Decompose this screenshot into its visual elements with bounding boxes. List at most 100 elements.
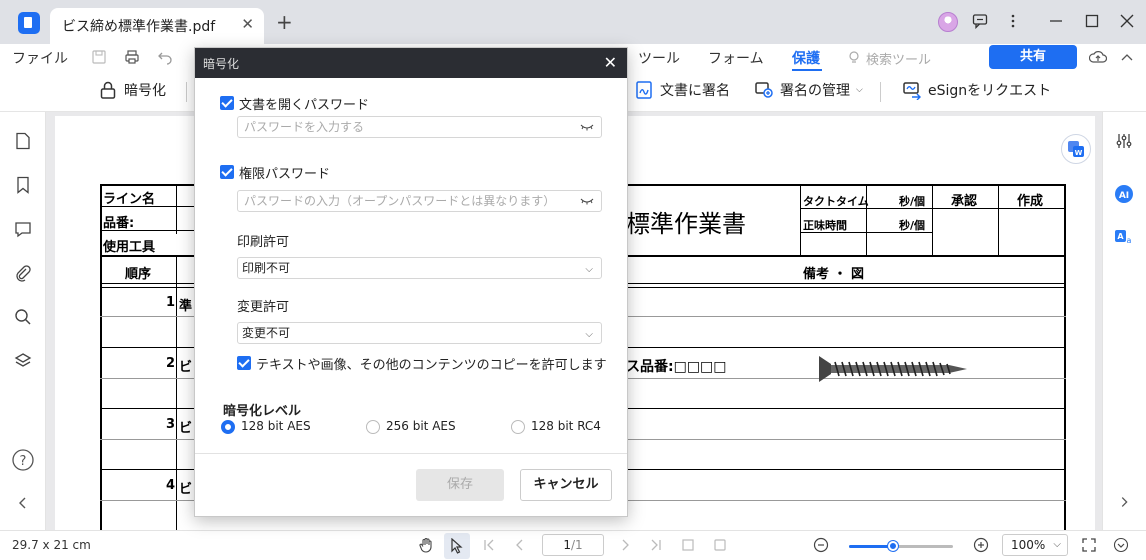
permission-password-label: 権限パスワード <box>239 167 331 182</box>
doc-screw-part: ス品番:□□□□ <box>626 359 727 375</box>
doc-sec-per-unit: 秒/個 <box>899 195 926 208</box>
layers-icon[interactable] <box>14 352 32 370</box>
permission-password-checkbox[interactable] <box>220 165 234 179</box>
zoom-slider[interactable] <box>849 541 953 551</box>
menu-tool[interactable]: ツール <box>638 48 680 68</box>
lock-icon <box>100 81 116 99</box>
doc-step-number: 2 <box>166 356 176 371</box>
page-number-input[interactable]: 1/1 <box>542 534 604 556</box>
doc-step-text: ビ <box>179 421 193 436</box>
dialog-title: 暗号化 <box>203 57 240 71</box>
menu-search-tool[interactable]: 検索ツール <box>866 49 931 68</box>
prev-page-icon[interactable] <box>512 537 528 553</box>
cloud-upload-icon[interactable] <box>1089 49 1107 65</box>
next-page-icon[interactable] <box>617 537 633 553</box>
print-permission-label: 印刷許可 <box>237 235 290 250</box>
svg-text:AI: AI <box>1119 191 1129 201</box>
zoom-in-icon[interactable] <box>973 537 989 553</box>
hand-tool-icon[interactable] <box>418 537 434 553</box>
chevron-right-icon[interactable] <box>1116 494 1132 510</box>
allow-copy-checkbox[interactable] <box>237 356 251 370</box>
doc-line-name: ライン名 <box>103 192 156 207</box>
chevron-down-icon: ⌵ <box>1053 539 1061 550</box>
sign-document-icon <box>636 81 652 99</box>
eye-closed-icon[interactable] <box>580 196 594 206</box>
encrypt-tool-label: 暗号化 <box>124 83 166 99</box>
change-permission-select[interactable]: 変更不可 ⌵ <box>237 322 602 344</box>
ai-assistant-icon[interactable]: AI <box>1114 184 1134 204</box>
collapse-icon[interactable] <box>1119 50 1135 64</box>
manage-signature-button[interactable]: 署名の管理 ⌵ <box>754 80 863 100</box>
avatar[interactable] <box>938 12 958 32</box>
bookmark-icon[interactable] <box>14 176 32 194</box>
doc-step-text: 準 <box>179 299 193 314</box>
menu-protect[interactable]: 保護 <box>792 48 820 68</box>
search-icon[interactable] <box>14 308 32 326</box>
change-permission-label: 変更許可 <box>237 300 290 315</box>
tab-document[interactable]: ビス締め標準作業書.pdf ✕ <box>50 8 264 44</box>
cancel-button[interactable]: キャンセル <box>520 469 612 501</box>
level-256-aes-radio[interactable] <box>366 420 380 434</box>
close-window-icon[interactable] <box>1119 13 1135 29</box>
table-line <box>932 184 933 256</box>
sign-document-button[interactable]: 文書に署名 <box>634 80 730 100</box>
print-permission-select[interactable]: 印刷不可 ⌵ <box>237 257 602 279</box>
open-password-field[interactable] <box>237 116 602 138</box>
doc-step-number: 1 <box>166 295 176 310</box>
app-logo-icon[interactable] <box>18 12 40 34</box>
comment-icon[interactable] <box>14 220 32 238</box>
level-128-rc4-radio[interactable] <box>511 420 525 434</box>
fullscreen-icon[interactable] <box>1081 537 1097 553</box>
menu-file[interactable]: ファイル <box>12 48 68 68</box>
ai-translate-icon[interactable]: Aa <box>1114 227 1134 247</box>
level-128-aes-radio[interactable] <box>221 420 235 434</box>
permission-password-input[interactable] <box>238 191 568 211</box>
save-button[interactable]: 保存 <box>416 469 504 501</box>
doc-product-no: 品番: <box>103 216 135 231</box>
maximize-icon[interactable] <box>1084 13 1100 29</box>
collapse-statusbar-icon[interactable] <box>1113 537 1129 553</box>
esign-request-button[interactable]: eSignをリクエスト <box>902 80 1051 100</box>
level-128-aes-label: 128 bit AES <box>241 419 311 433</box>
print-icon[interactable] <box>124 49 140 65</box>
permission-password-field[interactable] <box>237 190 602 212</box>
table-border <box>100 184 102 530</box>
help-icon[interactable]: ? <box>11 448 35 472</box>
sign-document-label: 文書に署名 <box>660 83 730 99</box>
translate-button[interactable]: W <box>1061 134 1091 164</box>
menu-form[interactable]: フォーム <box>708 48 764 68</box>
properties-icon[interactable] <box>1115 132 1133 150</box>
zoom-slider-thumb[interactable] <box>887 541 898 551</box>
page-current: 1 <box>563 538 571 552</box>
undo-icon[interactable] <box>157 49 173 65</box>
level-128-rc4-label: 128 bit RC4 <box>531 419 601 433</box>
open-password-input[interactable] <box>238 117 568 137</box>
svg-text:a: a <box>1127 236 1132 245</box>
minimize-icon[interactable] <box>1048 13 1064 29</box>
zoom-out-icon[interactable] <box>813 537 829 553</box>
last-page-icon[interactable] <box>647 537 663 553</box>
save-icon[interactable] <box>91 49 107 65</box>
fit-width-icon[interactable] <box>712 537 728 553</box>
change-permission-value: 変更不可 <box>242 326 291 340</box>
more-icon[interactable] <box>1005 13 1021 29</box>
select-tool-button[interactable] <box>444 533 470 559</box>
new-tab-icon[interactable]: + <box>276 10 293 34</box>
chevron-down-icon: ⌵ <box>856 85 863 95</box>
fit-page-icon[interactable] <box>680 537 696 553</box>
chevron-left-icon[interactable] <box>14 494 32 512</box>
encrypt-tool-button[interactable]: 暗号化 <box>98 80 166 100</box>
tab-close-icon[interactable]: ✕ <box>241 15 254 33</box>
first-page-icon[interactable] <box>482 537 498 553</box>
manage-signature-label: 署名の管理 <box>780 83 850 99</box>
table-line <box>998 184 999 256</box>
dialog-close-icon[interactable]: ✕ <box>604 53 617 72</box>
share-button[interactable]: 共有 <box>989 45 1077 69</box>
attachment-icon[interactable] <box>14 264 32 282</box>
feedback-icon[interactable] <box>972 13 988 29</box>
open-password-checkbox[interactable] <box>220 96 234 110</box>
eye-closed-icon[interactable] <box>580 122 594 132</box>
table-line <box>176 255 177 530</box>
page-thumbnail-icon[interactable] <box>14 132 32 150</box>
zoom-select[interactable]: 100% ⌵ <box>1002 534 1068 556</box>
